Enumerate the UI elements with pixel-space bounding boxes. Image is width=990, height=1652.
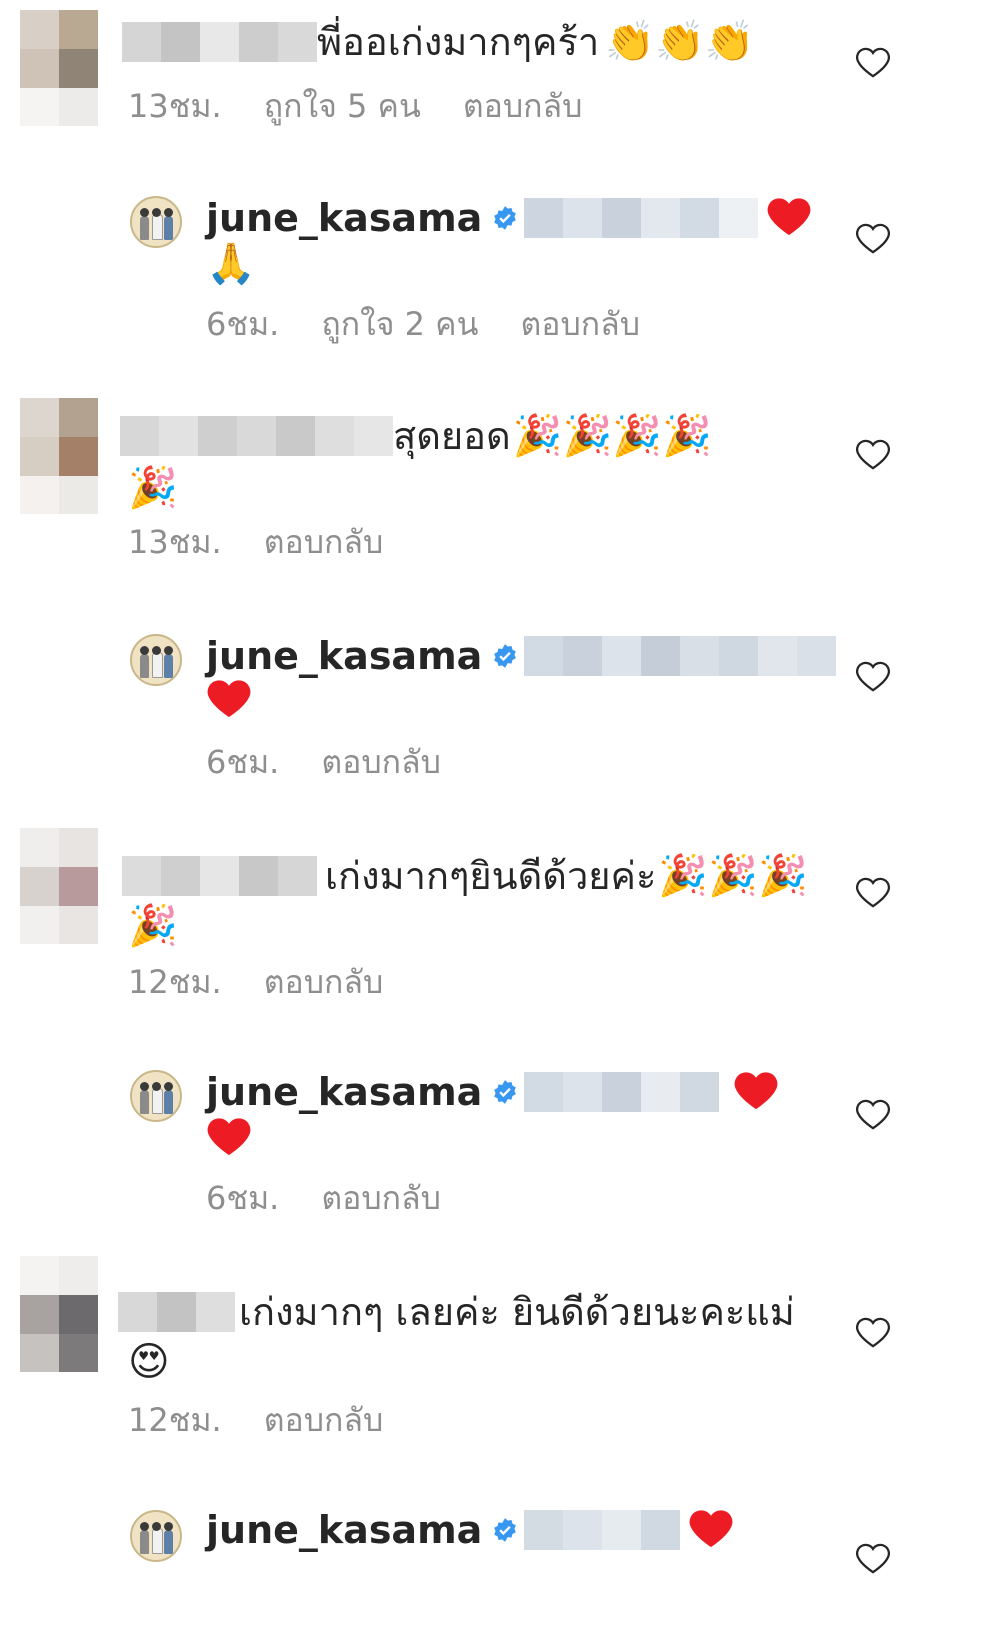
party-popper-emoji: 🎉	[128, 903, 178, 949]
pray-emoji: 🙏	[206, 241, 256, 287]
verified-badge-icon	[494, 1080, 517, 1104]
redacted-reply-text	[524, 636, 837, 676]
reply-button[interactable]: ตอบกลับ	[321, 1178, 441, 1218]
clap-emoji: 👏👏👏	[605, 19, 755, 65]
like-heart-icon[interactable]	[855, 660, 891, 692]
redacted-reply-text	[524, 1510, 681, 1550]
reply-button[interactable]: ตอบกลับ	[264, 962, 384, 1002]
redacted-reply-text	[524, 1072, 720, 1112]
comment-time: 13ชม.	[128, 87, 222, 125]
reply-username[interactable]: june_kasama	[206, 1502, 482, 1558]
comment-time: 12ชม.	[128, 963, 222, 1001]
likes-count[interactable]: ถูกใจ 5 คน	[264, 86, 421, 126]
verified-badge-icon	[494, 1518, 517, 1542]
red-heart-emoji	[766, 195, 812, 241]
party-popper-emoji: 🎉🎉🎉	[658, 853, 808, 899]
like-heart-icon[interactable]	[855, 1098, 891, 1130]
red-heart-emoji	[733, 1069, 779, 1115]
like-heart-icon[interactable]	[855, 46, 891, 78]
comment-time: 6ชม.	[206, 305, 280, 343]
reply-button[interactable]: ตอบกลับ	[264, 522, 384, 562]
reply-button[interactable]: ตอบกลับ	[321, 742, 441, 782]
comment-text: สุดยอด	[393, 414, 511, 458]
party-popper-emoji: 🎉🎉🎉🎉	[512, 413, 712, 459]
comment-text: เก่งมากๆยินดีด้วยค่ะ	[325, 854, 657, 898]
party-popper-emoji: 🎉	[128, 465, 178, 511]
redacted-reply-text	[524, 198, 759, 238]
redacted-username[interactable]	[118, 1292, 235, 1332]
like-heart-icon[interactable]	[855, 1316, 891, 1348]
commenter-avatar[interactable]	[20, 1256, 98, 1372]
heart-eyes-emoji: 😍	[128, 1339, 170, 1385]
like-heart-icon[interactable]	[855, 1542, 891, 1574]
like-heart-icon[interactable]	[855, 438, 891, 470]
june-kasama-avatar[interactable]	[130, 634, 182, 686]
comment-time: 12ชม.	[128, 1401, 222, 1439]
reply-button[interactable]: ตอบกลับ	[264, 1400, 384, 1440]
verified-badge-icon	[494, 644, 517, 668]
red-heart-emoji	[206, 677, 252, 723]
likes-count[interactable]: ถูกใจ 2 คน	[321, 304, 478, 344]
comment-text: พี่ออเก่งมากๆคร้า	[317, 20, 600, 64]
comment-text: เก่งมากๆ เลยค่ะ ยินดีด้วยนะคะแม่	[239, 1290, 795, 1334]
redacted-username[interactable]	[122, 856, 317, 896]
red-heart-emoji	[206, 1115, 252, 1161]
redacted-username[interactable]	[120, 416, 393, 456]
june-kasama-avatar[interactable]	[130, 1510, 182, 1562]
comment-time: 6ชม.	[206, 1179, 280, 1217]
reply-button[interactable]: ตอบกลับ	[520, 304, 640, 344]
june-kasama-avatar[interactable]	[130, 196, 182, 248]
commenter-avatar[interactable]	[20, 828, 98, 944]
comment-time: 13ชม.	[128, 523, 222, 561]
red-heart-emoji	[688, 1507, 734, 1553]
june-kasama-avatar[interactable]	[130, 1070, 182, 1122]
commenter-avatar[interactable]	[20, 10, 98, 126]
reply-button[interactable]: ตอบกลับ	[463, 86, 583, 126]
redacted-username[interactable]	[122, 22, 317, 62]
like-heart-icon[interactable]	[855, 876, 891, 908]
commenter-avatar[interactable]	[20, 398, 98, 514]
verified-badge-icon	[494, 206, 517, 230]
comment-time: 6ชม.	[206, 743, 280, 781]
like-heart-icon[interactable]	[855, 222, 891, 254]
